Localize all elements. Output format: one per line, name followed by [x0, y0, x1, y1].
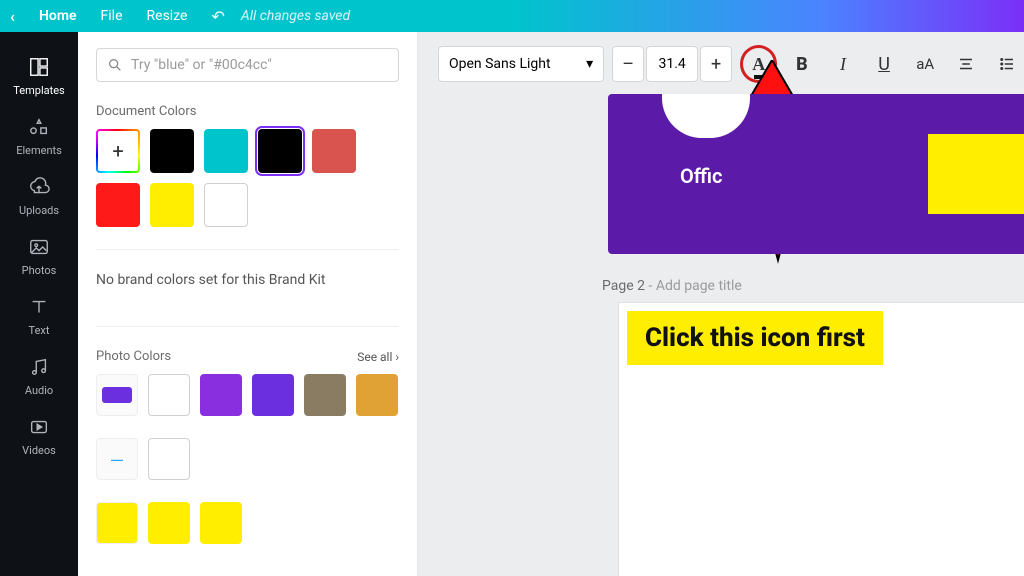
color-swatch[interactable]	[148, 502, 190, 544]
audio-icon	[27, 355, 51, 379]
color-swatch[interactable]	[200, 502, 242, 544]
underline-button[interactable]: U	[868, 46, 901, 82]
text-toolbar: Open Sans Light ▾ – + A B I U aA	[438, 44, 1024, 84]
rail-audio[interactable]: Audio	[0, 346, 78, 406]
rail-label: Elements	[16, 144, 62, 157]
rail-templates[interactable]: Templates	[0, 46, 78, 106]
color-swatch[interactable]	[252, 374, 294, 416]
color-swatch[interactable]	[312, 129, 356, 173]
rail-label: Uploads	[19, 204, 59, 217]
canvas-area: Open Sans Light ▾ – + A B I U aA	[418, 32, 1024, 576]
brand-colors-empty: No brand colors set for this Brand Kit	[96, 249, 399, 327]
uploads-icon	[27, 175, 51, 199]
photos-icon	[27, 235, 51, 259]
see-all-link[interactable]: See all ›	[357, 350, 399, 364]
back-icon[interactable]: ‹	[10, 7, 15, 26]
canvas-page-2[interactable]: Click this icon first Place y	[618, 302, 1024, 576]
font-name: Open Sans Light	[449, 56, 551, 72]
search-input[interactable]	[131, 57, 388, 73]
side-rail: Templates Elements Uploads Photos	[0, 32, 78, 576]
rail-label: Photos	[22, 264, 57, 277]
search-icon	[107, 57, 123, 73]
font-family-select[interactable]: Open Sans Light ▾	[438, 46, 604, 82]
videos-icon	[27, 415, 51, 439]
color-swatch[interactable]	[204, 183, 248, 227]
document-colors-title: Document Colors	[96, 104, 399, 119]
canvas-page-1[interactable]: Offic	[608, 94, 1024, 254]
color-swatch[interactable]	[204, 129, 248, 173]
color-swatch-selected[interactable]	[258, 129, 302, 173]
resize-menu[interactable]: Resize	[147, 8, 188, 24]
color-panel: Document Colors + No brand colors set fo…	[78, 32, 418, 576]
photo-colors-row2: ▬▬▬	[96, 438, 399, 480]
page-number: Page 2	[602, 278, 645, 294]
color-search[interactable]	[96, 48, 399, 82]
bold-button[interactable]: B	[785, 46, 818, 82]
color-swatch[interactable]	[200, 374, 242, 416]
font-size-increase[interactable]: +	[700, 46, 732, 82]
top-menu-bar: ‹ Home File Resize ↶ All changes saved	[0, 0, 1024, 32]
page1-highlight	[928, 134, 1024, 214]
text-icon	[27, 295, 51, 319]
add-color-swatch[interactable]: +	[96, 129, 140, 173]
text-case-button[interactable]: aA	[909, 46, 942, 82]
annotation-text: Click this icon first	[627, 311, 883, 365]
text-color-button[interactable]: A	[740, 45, 777, 83]
color-swatch[interactable]	[148, 438, 190, 480]
photo-thumb[interactable]	[96, 502, 138, 544]
chevron-down-icon: ▾	[586, 56, 593, 72]
file-menu[interactable]: File	[101, 8, 123, 24]
rail-label: Templates	[13, 84, 64, 97]
photo-colors-label: Photo Colors	[96, 349, 171, 364]
page-title-placeholder: - Add page title	[645, 278, 742, 294]
photo-thumb[interactable]	[96, 374, 138, 416]
rail-photos[interactable]: Photos	[0, 226, 78, 286]
elements-icon	[27, 115, 51, 139]
templates-icon	[27, 55, 51, 79]
photo-colors	[96, 374, 399, 416]
list-button[interactable]	[991, 46, 1024, 82]
rail-label: Videos	[22, 444, 56, 457]
color-swatch[interactable]	[304, 374, 346, 416]
align-button[interactable]	[950, 46, 983, 82]
color-swatch[interactable]	[148, 374, 190, 416]
rail-label: Audio	[25, 384, 53, 397]
undo-icon[interactable]: ↶	[211, 7, 224, 26]
document-colors: +	[96, 129, 399, 227]
save-status: All changes saved	[241, 8, 350, 24]
font-size-control: – +	[612, 46, 732, 82]
page1-text: Offic	[680, 164, 722, 188]
rail-label: Text	[29, 324, 50, 337]
rail-videos[interactable]: Videos	[0, 406, 78, 466]
photo-thumb[interactable]: ▬▬▬	[96, 438, 138, 480]
color-swatch[interactable]	[96, 183, 140, 227]
rail-text[interactable]: Text	[0, 286, 78, 346]
photo-colors-title: Photo Colors See all ›	[96, 349, 399, 364]
photo-colors-row3	[96, 502, 399, 544]
rail-elements[interactable]: Elements	[0, 106, 78, 166]
italic-button[interactable]: I	[826, 46, 859, 82]
color-swatch[interactable]	[150, 183, 194, 227]
color-swatch[interactable]	[356, 374, 398, 416]
page1-shape	[662, 94, 750, 138]
rail-uploads[interactable]: Uploads	[0, 166, 78, 226]
font-size-input[interactable]	[646, 46, 698, 82]
home-link[interactable]: Home	[39, 8, 77, 24]
page-label[interactable]: Page 2 - Add page title	[602, 278, 742, 294]
color-swatch[interactable]	[150, 129, 194, 173]
font-size-decrease[interactable]: –	[612, 46, 644, 82]
